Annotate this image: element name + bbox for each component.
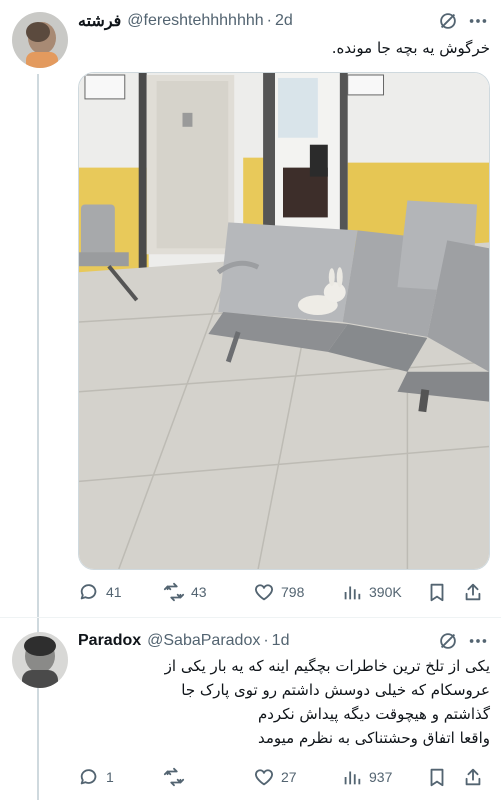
repost-icon	[163, 582, 185, 602]
repost-button[interactable]: 43	[163, 580, 207, 604]
tweet-main[interactable]: فرشته @fereshtehhhhhhh · 2d خرگوش یه بچه…	[0, 0, 501, 617]
user-handle[interactable]: @fereshtehhhhhhh	[127, 12, 263, 30]
like-count: 798	[281, 584, 305, 600]
separator-dot: ·	[263, 632, 269, 649]
separator-dot: ·	[266, 12, 272, 29]
tweet-reply[interactable]: Paradox @SabaParadox · 1d یکی از تلخ تری…	[0, 618, 501, 800]
tweet-header: فرشته @fereshtehhhhhhh · 2d	[78, 10, 293, 32]
avatar[interactable]	[12, 12, 68, 68]
bookmark-button[interactable]	[426, 580, 448, 604]
tweet-text-line: واقعا اتفاق وحشتناکی به نظرم میومد	[257, 729, 490, 747]
display-name[interactable]: فرشته	[78, 11, 121, 31]
tweet-header: Paradox @SabaParadox · 1d	[78, 630, 289, 652]
reply-icon	[80, 769, 97, 785]
display-name[interactable]: Paradox	[78, 632, 141, 650]
like-button[interactable]: 798	[253, 580, 304, 604]
view-count: 390K	[369, 584, 402, 600]
heart-icon	[254, 584, 274, 601]
user-handle[interactable]: @SabaParadox	[147, 632, 260, 650]
tweet-photo[interactable]	[78, 72, 490, 570]
grok-icon[interactable]	[437, 630, 459, 652]
grok-icon[interactable]	[437, 10, 459, 32]
avatar[interactable]	[12, 632, 68, 688]
timestamp[interactable]: 2d	[275, 12, 293, 30]
bookmark-button[interactable]	[426, 765, 448, 789]
more-options-icon[interactable]	[467, 10, 489, 32]
share-icon	[465, 583, 481, 601]
more-options-icon[interactable]	[467, 630, 489, 652]
tweet-text-line: گذاشتم و هیچوقت دیگه پیداش نکردم	[257, 705, 490, 723]
tweet-text-line: عروسکام که خیلی دوسش داشتم رو توی پارک ج…	[181, 681, 490, 699]
views-button[interactable]: 390K	[341, 580, 402, 604]
tweet-text: خرگوش یه بچه جا مونده.	[331, 39, 490, 57]
bookmark-icon	[430, 768, 444, 787]
heart-icon	[254, 769, 274, 786]
bookmark-icon	[430, 583, 444, 602]
tweet-text: یکی از تلخ ترین خاطرات بچگیم اینه که یه …	[78, 654, 490, 750]
reply-button[interactable]: 1	[78, 765, 114, 789]
repost-button[interactable]	[163, 765, 191, 789]
tweet-text-line: یکی از تلخ ترین خاطرات بچگیم اینه که یه …	[164, 657, 490, 675]
share-icon	[465, 768, 481, 786]
like-count: 27	[281, 769, 297, 785]
timestamp[interactable]: 1d	[272, 632, 290, 650]
views-button[interactable]: 937	[341, 765, 392, 789]
views-chart-icon	[344, 586, 361, 600]
reply-count: 1	[106, 769, 114, 785]
reply-count: 41	[106, 584, 122, 600]
share-button[interactable]	[462, 765, 484, 789]
share-button[interactable]	[462, 580, 484, 604]
like-button[interactable]: 27	[253, 765, 297, 789]
reply-button[interactable]: 41	[78, 580, 122, 604]
repost-icon	[163, 767, 185, 787]
tweet-actions: 1 27 937	[78, 765, 492, 789]
reply-icon	[80, 584, 97, 600]
tweet-actions: 41 43 798 390K	[78, 580, 492, 604]
views-chart-icon	[344, 771, 361, 785]
repost-count: 43	[191, 584, 207, 600]
view-count: 937	[369, 769, 393, 785]
